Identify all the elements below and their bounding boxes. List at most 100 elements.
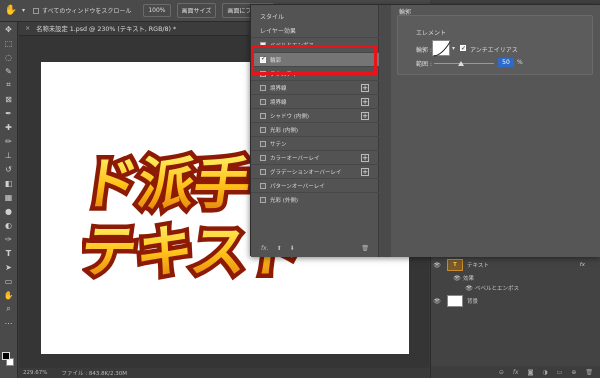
effect-checkbox[interactable] — [260, 112, 266, 119]
effect-stroke-1[interactable]: 境界線 + — [251, 80, 379, 94]
fit-screen-button[interactable]: 画面サイズ — [176, 3, 217, 18]
quick-select-tool-icon[interactable]: ✎ — [0, 64, 17, 78]
effect-color-overlay[interactable]: カラーオーバーレイ + — [251, 150, 379, 164]
contour-picker[interactable] — [432, 40, 451, 57]
eye-icon[interactable]: 👁 — [431, 298, 443, 305]
effect-stroke-2[interactable]: 境界線 + — [251, 94, 379, 108]
type-tool-icon[interactable]: T — [0, 246, 17, 260]
hand-tool-icon[interactable]: ✋ — [0, 0, 22, 22]
new-layer-icon[interactable]: ⊕ — [571, 369, 576, 376]
effects-list: スタイル レイヤー効果 ベベルとエンボス 輪郭 テクスチャ 境界線 + 境 — [251, 5, 379, 257]
move-tool-icon[interactable]: ✥ — [0, 22, 17, 36]
effect-label: 境界線 — [270, 85, 287, 92]
hand-tool-icon[interactable]: ✋ — [0, 288, 17, 302]
highlight-box — [251, 45, 377, 75]
range-input[interactable]: 50 — [498, 58, 514, 67]
chevron-down-icon[interactable]: ▾ — [22, 7, 25, 14]
link-icon[interactable]: ⊝ — [499, 369, 504, 376]
fx-badge[interactable]: fx — [580, 262, 585, 268]
effect-checkbox[interactable] — [260, 154, 266, 161]
layer-name: 背景 — [467, 299, 479, 305]
group-icon[interactable]: ▭ — [557, 369, 563, 376]
document-tab[interactable]: × 名称未設定 1.psd @ 230% (テキスト, RGB/8) * — [19, 22, 249, 36]
frame-tool-icon[interactable]: ⊠ — [0, 92, 17, 106]
effect-checkbox[interactable] — [260, 196, 266, 203]
brush-tool-icon[interactable]: ✏ — [0, 134, 17, 148]
zoom-100-button[interactable]: 100% — [143, 4, 171, 17]
effect-inner-glow[interactable]: 光彩 (内側) — [251, 122, 379, 136]
file-info: ファイル : 843.8K/2.30M — [61, 371, 128, 377]
antialias-checkbox[interactable]: ✓ — [460, 45, 466, 52]
mask-icon[interactable]: ◙ — [528, 369, 534, 376]
range-slider[interactable] — [434, 63, 494, 64]
layer-effect-item-row[interactable]: 👁 ベベルとエンボス — [431, 283, 600, 293]
marquee-tool-icon[interactable]: ⬚ — [0, 36, 17, 50]
eyedropper-tool-icon[interactable]: ✒ — [0, 106, 17, 120]
effect-pattern-overlay[interactable]: パターンオーバーレイ — [251, 178, 379, 192]
styles-header[interactable]: スタイル — [251, 9, 379, 23]
zoom-level[interactable]: 229.67% — [23, 370, 47, 376]
effect-checkbox[interactable] — [260, 140, 266, 147]
clone-stamp-icon[interactable]: ⊥ — [0, 148, 17, 162]
gradient-tool-icon[interactable]: ▦ — [0, 190, 17, 204]
layers-panel: 👁 T テキスト fx 👁 効果 👁 ベベルとエンボス 👁 背景 ⊝ fx ◙ … — [430, 252, 600, 378]
eye-icon[interactable]: 👁 — [451, 275, 463, 282]
effect-checkbox[interactable] — [260, 126, 266, 133]
scroll-all-checkbox[interactable] — [33, 7, 40, 14]
layer-row-background[interactable]: 👁 背景 — [431, 294, 600, 308]
layer-style-dialog: スタイル レイヤー効果 ベベルとエンボス 輪郭 テクスチャ 境界線 + 境 — [250, 4, 600, 257]
effect-outer-glow[interactable]: 光彩 (外側) — [251, 192, 379, 206]
layer-row-text[interactable]: 👁 T テキスト fx — [431, 258, 600, 272]
close-tab-icon[interactable]: × — [25, 25, 30, 32]
path-select-icon[interactable]: ➤ — [0, 260, 17, 274]
effect-label: カラーオーバーレイ — [270, 155, 320, 162]
zoom-tool-icon[interactable]: ⌕ — [0, 302, 17, 316]
add-effect-icon[interactable]: + — [361, 97, 369, 106]
contour-settings: 輪郭 エレメント 輪郭 : ▾ ✓ アンチエイリアス 範囲 : 50 % — [391, 5, 600, 257]
layer-effects-row[interactable]: 👁 効果 — [431, 273, 600, 283]
fx-icon[interactable]: fx — [513, 369, 519, 376]
effect-checkbox[interactable] — [260, 98, 266, 105]
effects-label: 効果 — [463, 276, 475, 282]
lasso-tool-icon[interactable]: ◌ — [0, 50, 17, 64]
effect-checkbox[interactable] — [260, 182, 266, 189]
effect-label: パターンオーバーレイ — [270, 183, 325, 190]
trash-icon[interactable]: 🗑 — [585, 369, 593, 376]
effect-inner-shadow[interactable]: シャドウ (内側) + — [251, 108, 379, 122]
add-effect-icon[interactable]: + — [361, 111, 369, 120]
effect-label: 境界線 — [270, 99, 287, 106]
adjustment-icon[interactable]: ◑ — [542, 369, 547, 376]
scroll-all-label: すべてのウィンドウをスクロール — [42, 8, 132, 15]
effect-checkbox[interactable] — [260, 84, 266, 91]
move-up-icon[interactable]: ⬆ — [277, 245, 282, 252]
more-tools-icon[interactable]: ⋯ — [0, 316, 17, 330]
rectangle-tool-icon[interactable]: ▭ — [0, 274, 17, 288]
eraser-tool-icon[interactable]: ◧ — [0, 176, 17, 190]
add-effect-icon[interactable]: + — [361, 83, 369, 92]
eye-icon[interactable]: 👁 — [463, 285, 475, 292]
foreground-color-swatch[interactable] — [2, 352, 10, 360]
healing-brush-icon[interactable]: ✚ — [0, 120, 17, 134]
subsection-title: エレメント — [416, 30, 447, 37]
fx-menu-button[interactable]: fx. — [261, 245, 269, 252]
tools-panel: ✥ ⬚ ◌ ✎ ⌗ ⊠ ✒ ✚ ✏ ⊥ ↺ ◧ ▦ ● ◐ ✑ T ➤ ▭ ✋ … — [0, 22, 18, 378]
slider-handle[interactable] — [458, 61, 464, 66]
crop-tool-icon[interactable]: ⌗ — [0, 78, 17, 92]
chevron-down-icon[interactable]: ▾ — [452, 45, 455, 52]
contour-label: 輪郭 : — [416, 47, 432, 54]
pen-tool-icon[interactable]: ✑ — [0, 232, 17, 246]
trash-icon[interactable]: 🗑 — [361, 245, 369, 252]
add-effect-icon[interactable]: + — [361, 167, 369, 176]
layer-effects-header[interactable]: レイヤー効果 — [251, 23, 379, 37]
history-brush-icon[interactable]: ↺ — [0, 162, 17, 176]
add-effect-icon[interactable]: + — [361, 153, 369, 162]
eye-icon[interactable]: 👁 — [431, 262, 443, 269]
dodge-tool-icon[interactable]: ◐ — [0, 218, 17, 232]
effect-satin[interactable]: サテン — [251, 136, 379, 150]
effect-gradient-overlay[interactable]: グラデーションオーバーレイ + — [251, 164, 379, 178]
elements-group: エレメント 輪郭 : ▾ ✓ アンチエイリアス 範囲 : 50 % — [397, 15, 593, 75]
blur-tool-icon[interactable]: ● — [0, 204, 17, 218]
effect-checkbox[interactable] — [260, 168, 266, 175]
move-down-icon[interactable]: ⬇ — [290, 245, 295, 252]
percent-unit: % — [517, 59, 523, 66]
